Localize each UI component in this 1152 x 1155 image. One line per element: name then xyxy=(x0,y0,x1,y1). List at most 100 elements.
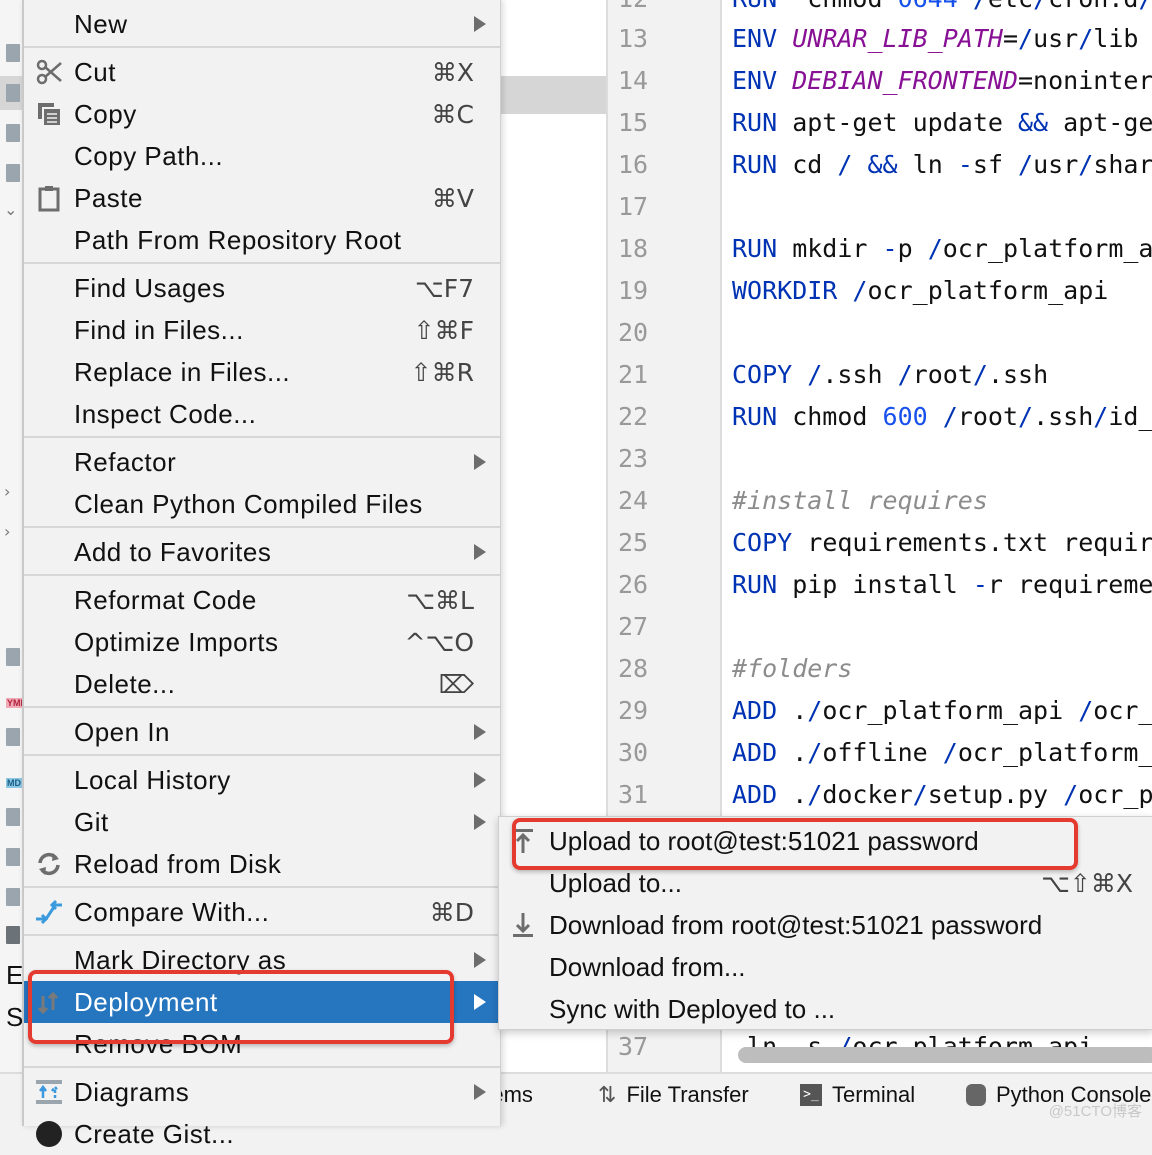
code-line[interactable]: 22 RUN chmod 600 /root/.ssh/id_rsa xyxy=(498,396,1152,438)
menu-item-add-to-favorites[interactable]: Add to Favorites xyxy=(24,531,500,573)
submenu-item-label: Upload to root@test:51021 password xyxy=(549,825,979,856)
menu-item-find-usages[interactable]: Find Usages ⌥F7 xyxy=(24,267,500,309)
menu-item-inspect-code[interactable]: Inspect Code... xyxy=(24,393,500,435)
line-number: 20 xyxy=(618,318,649,347)
code-line[interactable]: 13 ENV UNRAR_LIB_PATH=/usr/lib xyxy=(498,18,1152,60)
tree-label[interactable]: E xyxy=(6,960,23,991)
text-file-icon[interactable] xyxy=(6,848,20,866)
tab-label: File Transfer xyxy=(626,1082,749,1107)
menu-item-deployment[interactable]: Deployment xyxy=(24,981,500,1023)
file-icon[interactable] xyxy=(6,808,20,826)
line-number: 30 xyxy=(618,738,649,767)
tree-label[interactable]: S xyxy=(6,1002,23,1033)
chevron-right-icon[interactable]: › xyxy=(4,482,10,501)
submenu-item-sync-with-deployed[interactable]: Sync with Deployed to ... xyxy=(499,988,1152,1030)
menu-item-refactor[interactable]: Refactor xyxy=(24,441,500,483)
menu-separator xyxy=(24,436,500,438)
menu-item-copy[interactable]: Copy ⌘C xyxy=(24,93,500,135)
menu-item-compare-with[interactable]: Compare With... ⌘D xyxy=(24,891,500,933)
tab-terminal[interactable]: >_ Terminal xyxy=(800,1082,915,1108)
line-number: 15 xyxy=(618,108,649,137)
code-line[interactable]: 23 xyxy=(498,438,1152,480)
code-text: #install requires xyxy=(732,486,988,515)
list-file-icon[interactable] xyxy=(6,926,20,944)
code-text: RUN chmod 0644 /etc/cron.d/ xyxy=(732,0,1152,20)
submenu-item-label: Download from root@test:51021 password xyxy=(549,909,1043,940)
menu-item-new[interactable]: New xyxy=(24,3,500,45)
menu-item-label: Compare With... xyxy=(74,896,270,927)
code-line[interactable]: 12 RUN chmod 0644 /etc/cron.d/ xyxy=(498,0,1152,20)
menu-item-find-in-files[interactable]: Find in Files... ⇧⌘F xyxy=(24,309,500,351)
code-line[interactable]: 29 ADD ./ocr_platform_api /ocr_platform_a… xyxy=(498,690,1152,732)
menu-item-clean-python[interactable]: Clean Python Compiled Files xyxy=(24,483,500,525)
submenu-item-download-from-server[interactable]: Download from root@test:51021 password xyxy=(499,904,1152,946)
file-icon[interactable] xyxy=(6,164,20,182)
code-line[interactable]: 16 RUN cd / && ln -sf /usr/share xyxy=(498,144,1152,186)
code-line[interactable]: 17 xyxy=(498,186,1152,228)
chevron-down-icon[interactable]: ⌄ xyxy=(4,200,17,219)
file-icon[interactable] xyxy=(6,888,20,906)
submenu-arrow-icon xyxy=(474,544,486,560)
menu-item-mark-directory-as[interactable]: Mark Directory as xyxy=(24,939,500,981)
submenu-arrow-icon xyxy=(474,1084,486,1100)
menu-item-create-gist[interactable]: Create Gist... xyxy=(24,1113,500,1155)
menu-item-open-in[interactable]: Open In xyxy=(24,711,500,753)
line-number: 28 xyxy=(618,654,649,683)
code-text: RUN cd / && ln -sf /usr/share xyxy=(732,150,1152,179)
diagrams-icon xyxy=(34,1077,64,1107)
code-line[interactable]: 21 COPY /.ssh /root/.ssh xyxy=(498,354,1152,396)
file-icon[interactable] xyxy=(6,44,20,62)
code-line[interactable]: 28 #folders xyxy=(498,648,1152,690)
python-icon xyxy=(966,1084,986,1106)
menu-item-git[interactable]: Git xyxy=(24,801,500,843)
code-line[interactable]: 30 ADD ./offline /ocr_platform_api xyxy=(498,732,1152,774)
file-icon[interactable] xyxy=(6,728,20,746)
line-number: 18 xyxy=(618,234,649,263)
code-line[interactable]: 15 RUN apt-get update && apt-get xyxy=(498,102,1152,144)
shortcut-label: ⌘V xyxy=(431,183,474,213)
code-line[interactable]: 25 COPY requirements.txt requirements.txt xyxy=(498,522,1152,564)
transfer-arrows-icon: ⇅ xyxy=(598,1082,617,1108)
file-icon[interactable] xyxy=(6,84,20,102)
code-line[interactable]: 26 RUN pip install -r requirements.txt xyxy=(498,564,1152,606)
code-line[interactable]: 31 ADD ./docker/setup.py /ocr_platform_ap… xyxy=(498,774,1152,816)
menu-item-reformat-code[interactable]: Reformat Code ⌥⌘L xyxy=(24,579,500,621)
code-text: ADD ./offline /ocr_platform_api xyxy=(732,738,1152,767)
code-line[interactable]: 18 RUN mkdir -p /ocr_platform_api xyxy=(498,228,1152,270)
code-line[interactable]: 14 ENV DEBIAN_FRONTEND=noninteractive xyxy=(498,60,1152,102)
submenu-item-upload-to[interactable]: Upload to... ⌥⇧⌘X xyxy=(499,862,1152,904)
menu-separator xyxy=(24,706,500,708)
line-number: 27 xyxy=(618,612,649,641)
menu-item-path-from-repo-root[interactable]: Path From Repository Root xyxy=(24,219,500,261)
clipboard-icon xyxy=(34,183,64,213)
menu-item-delete[interactable]: Delete... ⌦ xyxy=(24,663,500,705)
menu-item-paste[interactable]: Paste ⌘V xyxy=(24,177,500,219)
code-line[interactable]: 19 WORKDIR /ocr_platform_api xyxy=(498,270,1152,312)
line-number: 24 xyxy=(618,486,649,515)
submenu-item-download-from[interactable]: Download from... xyxy=(499,946,1152,988)
code-text: ENV DEBIAN_FRONTEND=noninteractive xyxy=(732,66,1152,95)
menu-item-remove-bom[interactable]: Remove BOM xyxy=(24,1023,500,1065)
code-line[interactable]: 20 xyxy=(498,312,1152,354)
horizontal-scrollbar[interactable] xyxy=(738,1047,1152,1063)
menu-item-diagrams[interactable]: Diagrams xyxy=(24,1071,500,1113)
file-icon[interactable] xyxy=(6,648,20,666)
menu-item-label: Copy xyxy=(74,98,137,129)
line-number: 16 xyxy=(618,150,649,179)
chevron-right-icon[interactable]: › xyxy=(4,522,10,541)
menu-item-cut[interactable]: Cut ⌘X xyxy=(24,51,500,93)
menu-item-local-history[interactable]: Local History xyxy=(24,759,500,801)
menu-item-label: Add to Favorites xyxy=(74,536,272,567)
code-line[interactable]: 24 #install requires xyxy=(498,480,1152,522)
menu-item-optimize-imports[interactable]: Optimize Imports ^⌥O xyxy=(24,621,500,663)
code-line[interactable]: 27 xyxy=(498,606,1152,648)
file-icon[interactable] xyxy=(6,124,20,142)
tab-file-transfer[interactable]: ⇅ File Transfer xyxy=(598,1082,749,1108)
markdown-file-badge[interactable]: MD xyxy=(6,778,22,788)
project-tree[interactable]: ⌄ › › YML MD E S xyxy=(0,0,27,1126)
submenu-item-upload-to-server[interactable]: Upload to root@test:51021 password xyxy=(499,820,1152,862)
menu-item-replace-in-files[interactable]: Replace in Files... ⇧⌘R xyxy=(24,351,500,393)
menu-item-copy-path[interactable]: Copy Path... xyxy=(24,135,500,177)
menu-item-reload-from-disk[interactable]: Reload from Disk xyxy=(24,843,500,885)
submenu-arrow-icon xyxy=(474,772,486,788)
